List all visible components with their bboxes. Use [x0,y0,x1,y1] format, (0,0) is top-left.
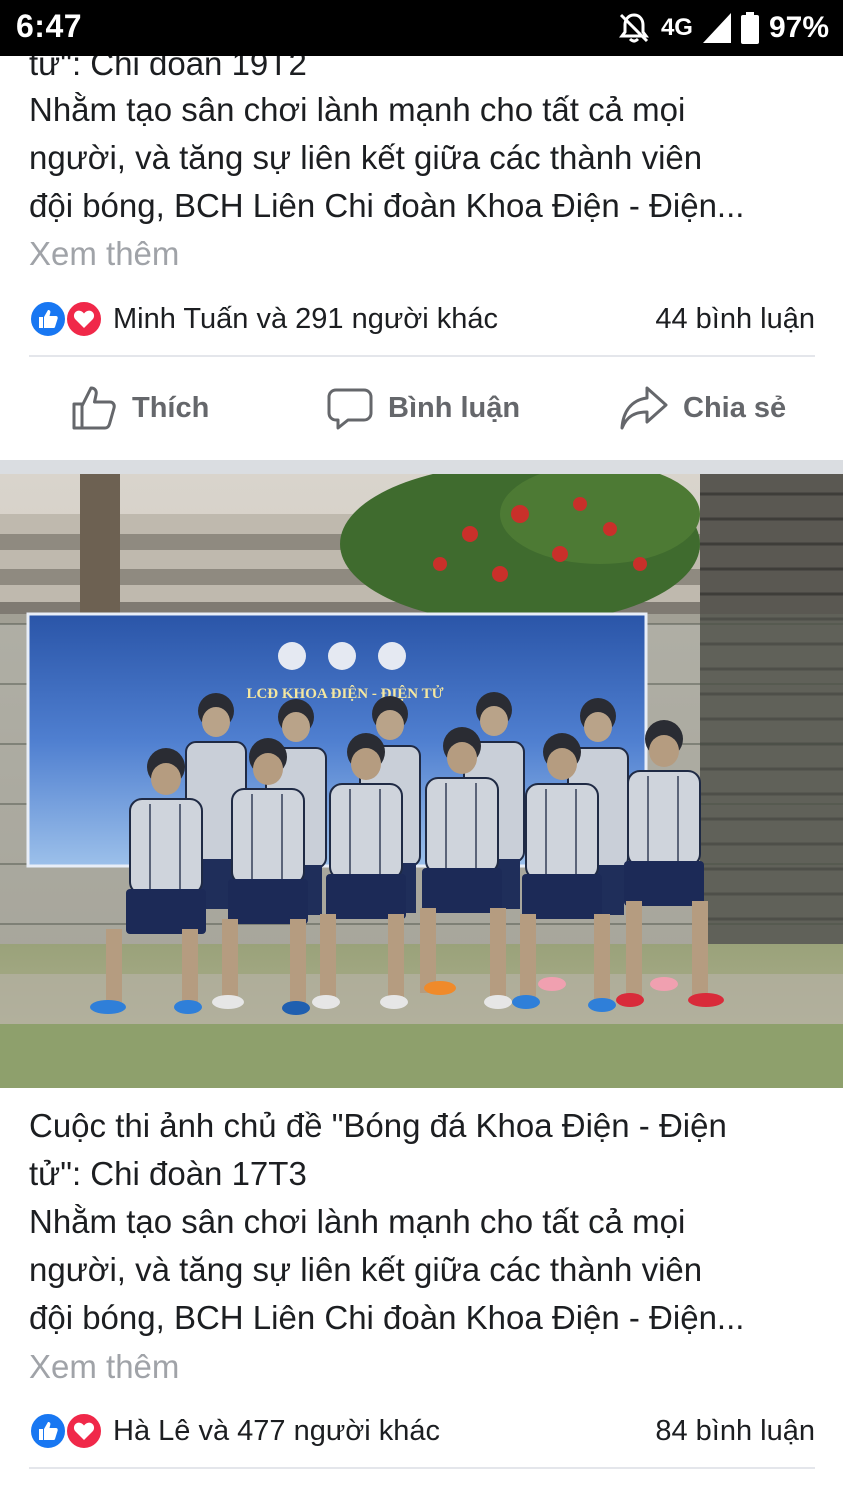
battery-percent: 97% [768,11,829,44]
post-1-action-bar: Thích Bình luận Chia sẻ [0,378,843,438]
mute-icon [617,11,651,45]
post-2-divider [29,1467,815,1469]
post-2-title: Cuộc thi ảnh chủ đề "Bóng đá Khoa Điện -… [29,1102,819,1198]
banner-text: LCĐ KHOA ĐIỆN - ĐIỆN TỬ [246,685,443,702]
post-1-see-more-link[interactable]: Xem thêm [29,230,179,278]
battery-icon [740,12,759,44]
news-feed[interactable]: tử": Chi đoàn 19T2 Nhằm tạo sân chơi làn… [0,56,843,1498]
like-button-label: Thích [132,391,210,424]
post-2-text-line: Nhằm tạo sân chơi lành mạnh cho tất cả m… [29,1203,686,1240]
post-1-text-line: Nhằm tạo sân chơi lành mạnh cho tất cả m… [29,91,686,128]
post-2-title-line: Cuộc thi ảnh chủ đề "Bóng đá Khoa Điện -… [29,1107,727,1144]
post-1-text-line: đội bóng, BCH Liên Chi đoàn Khoa Điện - … [29,187,745,224]
status-bar: 6:47 4G 97% [0,0,843,56]
reaction-icons [29,300,107,338]
post-2-reactions-bar[interactable]: Hà Lê và 477 người khác 84 bình luận [29,1409,815,1453]
like-reaction-icon [29,1412,67,1450]
share-button[interactable]: Chia sẻ [619,378,786,438]
post-2-reactions-text: Hà Lê và 477 người khác [113,1414,441,1447]
post-1-comments-count[interactable]: 44 bình luận [655,303,815,336]
thumbs-up-icon [70,384,118,432]
signal-icon [702,13,731,43]
post-1-text-line: người, và tăng sự liên kết giữa các thàn… [29,139,703,176]
reaction-icons [29,1412,107,1450]
comment-button-label: Bình luận [388,391,521,424]
post-1-text: Nhằm tạo sân chơi lành mạnh cho tất cả m… [29,86,819,230]
post-1-reactions-bar[interactable]: Minh Tuấn và 291 người khác 44 bình luận [29,297,815,341]
post-2-see-more-link[interactable]: Xem thêm [29,1343,179,1391]
post-2-comments-count[interactable]: 84 bình luận [655,1415,815,1448]
status-time: 6:47 [16,8,83,44]
status-icons: 4G 97% [617,8,829,48]
post-2-photo[interactable]: LCĐ KHOA ĐIỆN - ĐIỆN TỬ [0,474,843,1088]
share-arrow-icon [619,384,669,432]
network-label: 4G [660,14,693,41]
post-separator [0,460,843,474]
post-1-divider [29,355,815,357]
post-2-title-line: tử": Chi đoàn 17T3 [29,1155,307,1192]
like-reaction-icon [29,300,67,338]
love-reaction-icon [65,1412,103,1450]
post-1-title-cut: tử": Chi đoàn 19T2 [29,56,307,82]
comment-button[interactable]: Bình luận [326,378,520,438]
post-2-text: Nhằm tạo sân chơi lành mạnh cho tất cả m… [29,1198,819,1342]
love-reaction-icon [65,300,103,338]
post-2-text-line: đội bóng, BCH Liên Chi đoàn Khoa Điện - … [29,1299,745,1336]
post-2-text-line: người, và tăng sự liên kết giữa các thàn… [29,1251,703,1288]
share-button-label: Chia sẻ [683,391,787,424]
post-1-reactions-text: Minh Tuấn và 291 người khác [113,302,499,335]
comment-bubble-icon [326,384,374,432]
like-button[interactable]: Thích [70,378,209,438]
